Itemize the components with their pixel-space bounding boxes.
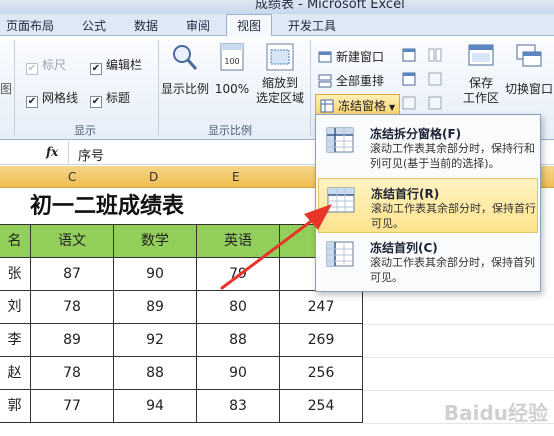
table-cell[interactable]: 88 <box>196 323 280 357</box>
table-cell[interactable]: 刘 <box>0 290 31 324</box>
table-cell[interactable]: 92 <box>113 323 197 357</box>
freeze-panes-icon <box>320 99 334 113</box>
new-window-button[interactable]: 新建窗口 <box>318 48 384 65</box>
formula-input[interactable]: 序号 <box>78 145 104 164</box>
fx-icon[interactable]: fx <box>46 145 58 159</box>
tab-developer[interactable]: 开发工具 <box>288 17 336 34</box>
chevron-down-icon: ▼ <box>389 103 396 112</box>
annotation-arrow-icon <box>220 204 332 290</box>
table-cell[interactable]: 89 <box>113 290 197 324</box>
table-cell[interactable]: 94 <box>113 389 197 423</box>
tab-data[interactable]: 数据 <box>134 17 158 34</box>
group-separator <box>310 40 311 136</box>
zoom-selection-icon <box>266 43 294 71</box>
tab-view[interactable]: 视图 <box>226 14 273 37</box>
tab-page-layout[interactable]: 页面布局 <box>6 17 54 34</box>
column-header-c[interactable]: C <box>68 170 76 184</box>
view-side-by-side-icon[interactable] <box>428 48 442 65</box>
zoom-group-label: 显示比例 <box>208 124 252 137</box>
table-cell[interactable]: 254 <box>279 389 363 423</box>
zoom-100-icon: 100 <box>220 43 244 71</box>
table-cell[interactable]: 78 <box>30 356 114 390</box>
table-cell[interactable]: 李 <box>0 323 31 357</box>
checkbox-icon: ✔ <box>26 63 38 75</box>
tab-review[interactable]: 审阅 <box>186 17 210 34</box>
hide-window-icon[interactable] <box>402 72 416 89</box>
tab-formulas[interactable]: 公式 <box>82 17 106 34</box>
table-cell[interactable]: 郭 <box>0 389 31 423</box>
formula-bar-checkbox[interactable]: ✔ 编辑栏 <box>90 56 142 75</box>
arrange-all-icon <box>318 74 332 88</box>
gridlines-checkbox[interactable]: ✔ 网格线 <box>26 89 78 108</box>
group-separator <box>158 40 159 136</box>
table-cell[interactable]: 90 <box>113 257 197 291</box>
menu-item-freeze-first-column[interactable]: 冻结首列(C) 滚动工作表其余部分时，保持首列可见。 <box>318 233 538 288</box>
group-separator <box>14 40 15 136</box>
switch-windows-button[interactable]: 切换窗口 <box>504 42 554 97</box>
freeze-panes-grid-icon <box>326 127 354 153</box>
switch-windows-icon <box>516 44 542 67</box>
table-cell[interactable]: 90 <box>196 356 280 390</box>
ribbon-partial-label[interactable]: 图 <box>0 80 12 97</box>
table-cell[interactable]: 83 <box>196 389 280 423</box>
table-cell[interactable]: 77 <box>30 389 114 423</box>
title-bar: 成绩表 - Microsoft Excel <box>0 0 554 14</box>
table-cell[interactable]: 87 <box>30 257 114 291</box>
svg-text:100: 100 <box>224 57 239 66</box>
menu-item-freeze-panes[interactable]: 冻结拆分窗格(F) 滚动工作表其余部分时，保持行和列可见(基于当前的选择)。 <box>318 119 538 174</box>
unhide-window-icon[interactable] <box>402 96 416 113</box>
table-cell[interactable]: 78 <box>30 290 114 324</box>
zoom-button[interactable]: 显示比例 <box>160 42 210 97</box>
arrange-all-button[interactable]: 全部重排 <box>318 72 384 89</box>
table-cell[interactable]: 269 <box>279 323 363 357</box>
checkbox-icon: ✔ <box>90 63 102 75</box>
formula-divider <box>68 141 69 165</box>
table-cell[interactable]: 张 <box>0 257 31 291</box>
header-cell-chinese[interactable]: 语文 <box>30 224 114 258</box>
checkbox-icon: ✔ <box>26 96 38 108</box>
checkbox-icon: ✔ <box>90 96 102 108</box>
save-workspace-icon <box>468 44 494 66</box>
table-cell[interactable]: 赵 <box>0 356 31 390</box>
synchronous-scrolling-icon[interactable] <box>428 72 442 89</box>
window-title: 成绩表 - Microsoft Excel <box>255 0 405 12</box>
ribbon-tab-bar: 页面布局 公式 数据 审阅 视图 开发工具 <box>0 14 554 37</box>
table-cell[interactable]: 89 <box>30 323 114 357</box>
new-window-icon <box>318 51 332 63</box>
table-cell[interactable]: 256 <box>279 356 363 390</box>
zoom-to-selection-button[interactable]: 缩放到 选定区域 <box>254 42 306 106</box>
headings-checkbox[interactable]: ✔ 标题 <box>90 89 130 108</box>
header-cell-name[interactable]: 名 <box>0 224 31 258</box>
reset-window-position-icon[interactable] <box>428 96 442 113</box>
column-header-d[interactable]: D <box>149 170 158 184</box>
menu-item-freeze-top-row[interactable]: 冻结首行(R) 滚动工作表其余部分时，保持首行可见。 <box>318 178 538 233</box>
table-cell[interactable]: 88 <box>113 356 197 390</box>
save-workspace-button[interactable]: 保存 工作区 <box>458 42 504 106</box>
split-icon[interactable] <box>402 48 416 65</box>
watermark: Baidu经验 <box>443 401 548 425</box>
show-group-label: 显示 <box>74 124 96 137</box>
ruler-checkbox[interactable]: ✔ 标尺 <box>26 56 66 75</box>
magnifier-icon <box>173 45 198 70</box>
zoom-100-button[interactable]: 100 100% <box>212 42 252 97</box>
header-cell-math[interactable]: 数学 <box>113 224 197 258</box>
